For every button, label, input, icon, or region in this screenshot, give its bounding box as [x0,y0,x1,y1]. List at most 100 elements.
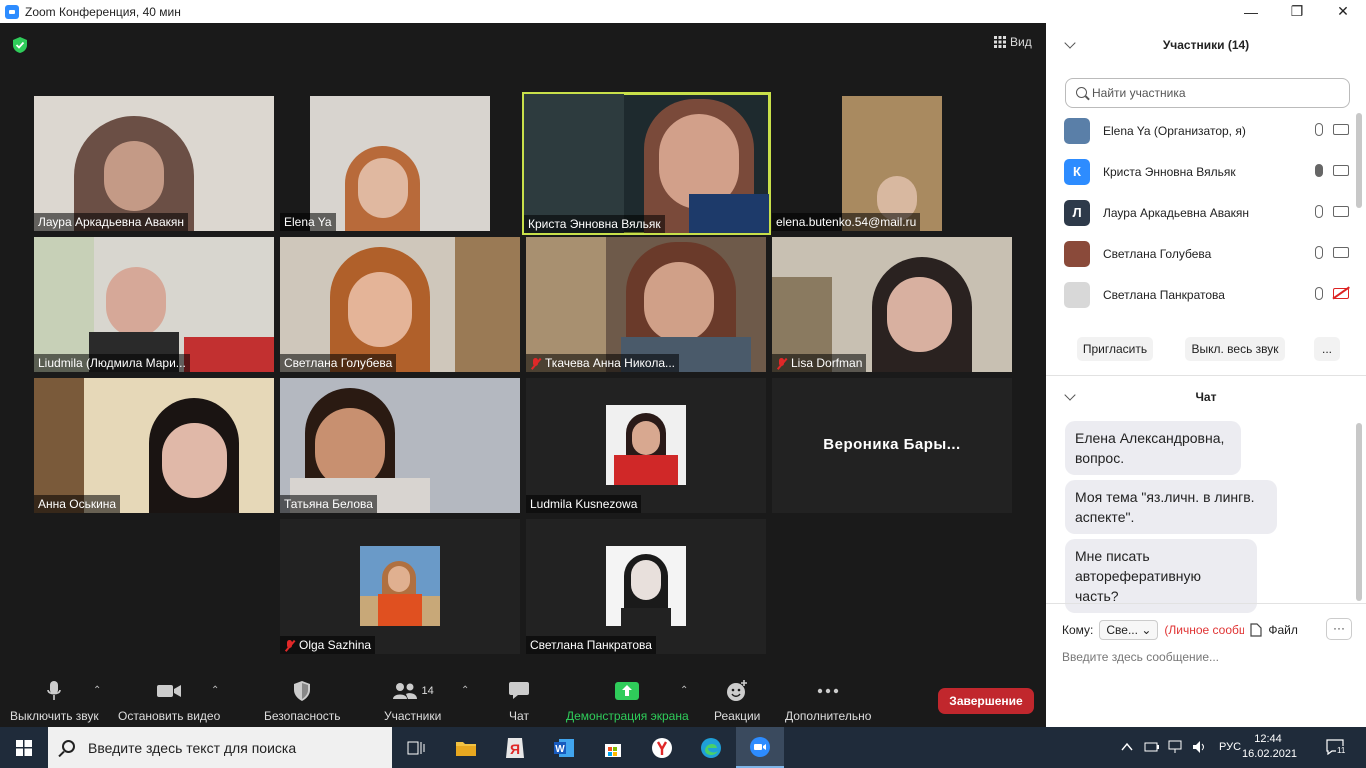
microphone-icon[interactable] [1315,123,1323,136]
video-camera-icon[interactable] [1333,206,1349,217]
microphone-icon[interactable] [1315,164,1323,177]
participant-name: Olga Sazhina [299,638,372,652]
participant-name: Лаура Аркадьевна Авакян [38,215,185,229]
chat-scrollbar[interactable] [1356,423,1362,601]
restore-button[interactable]: ❐ [1274,0,1320,23]
end-meeting-button[interactable]: Завершение [938,688,1034,714]
battery-icon[interactable] [1144,741,1160,753]
video-tile[interactable]: Ткачева Анна Никола... [526,237,766,372]
zoom-taskbar-icon[interactable] [736,727,784,768]
participants-more-button[interactable]: ... [1314,337,1340,361]
participants-label: Участники [384,709,442,723]
participant-name: elena.butenko.54@mail.ru [776,215,917,229]
network-icon[interactable] [1168,740,1182,754]
participants-scrollbar[interactable] [1356,113,1362,208]
more-dots-icon [817,688,839,694]
video-camera-icon[interactable] [1333,124,1349,135]
profile-photo [606,405,686,485]
notifications-icon[interactable]: 11 [1326,739,1347,757]
security-label: Безопасность [264,709,341,723]
participant-row[interactable]: К Криста Энновна Вяльяк [1064,151,1349,192]
shield-icon[interactable] [11,36,29,54]
participant-row[interactable]: Светлана Панкратова [1064,274,1349,315]
participants-options-caret-icon[interactable]: ⌃ [461,685,469,696]
video-tile[interactable]: Olga Sazhina [280,519,520,654]
participants-button[interactable]: 14 Участники [384,675,441,727]
video-tile[interactable]: Вероника Бары... [772,378,1012,513]
reactions-button[interactable]: Реакции [714,675,760,727]
view-button[interactable]: Вид [994,35,1032,49]
participants-icon [392,683,417,699]
video-camera-off-icon[interactable] [1333,288,1349,299]
participant-row[interactable]: Elena Ya (Организатор, я) [1064,110,1349,151]
video-tile[interactable]: Elena Ya [280,96,520,231]
participant-avatar: Л [1064,199,1090,226]
file-icon[interactable] [1250,623,1262,637]
file-explorer-icon[interactable] [442,727,490,768]
chat-more-button[interactable]: ··· [1326,618,1352,640]
video-tile[interactable]: Liudmila (Людмила Мари... [34,237,274,372]
svg-text:W: W [555,744,565,755]
input-language[interactable]: РУС [1219,741,1241,753]
participant-avatar [1064,117,1090,144]
audio-options-caret-icon[interactable]: ⌃ [93,685,101,696]
taskbar-search-input[interactable]: Введите здесь текст для поиска [48,727,392,768]
video-tile[interactable]: Анна Оськина [34,378,274,513]
microphone-icon[interactable] [1315,246,1323,259]
yandex-browser-icon[interactable]: Я [491,727,539,768]
video-tile-active-speaker[interactable]: Криста Энновна Вяльяк [522,92,771,235]
chat-button[interactable]: Чат [508,675,530,727]
edge-icon[interactable] [687,727,735,768]
taskbar-clock[interactable]: 12:44 16.02.2021 [1242,732,1297,762]
volume-icon[interactable] [1192,740,1208,754]
share-screen-button[interactable]: Демонстрация экрана [566,675,689,727]
tray-up-arrow-icon[interactable] [1121,742,1133,752]
video-tile[interactable]: Ludmila Kusnezowa [526,378,766,513]
participant-row[interactable]: Светлана Голубева [1064,233,1349,274]
video-tile[interactable]: Светлана Панкратова [526,519,766,654]
video-tile[interactable]: Лаура Аркадьевна Авакян [34,96,274,231]
recipient-select[interactable]: Све... ⌄ [1099,620,1159,640]
yandex-icon[interactable] [638,727,686,768]
security-button[interactable]: Безопасность [264,675,341,727]
invite-button[interactable]: Пригласить [1077,337,1153,361]
reaction-emoji-icon [727,680,748,701]
microphone-icon [47,681,62,700]
share-screen-icon [615,682,640,700]
video-tile[interactable]: Светлана Голубева [280,237,520,372]
video-tile[interactable]: elena.butenko.54@mail.ru [772,96,1012,231]
file-button[interactable]: Файл [1268,623,1298,637]
mute-button[interactable]: Выключить звук [10,675,99,727]
participant-row-name: Криста Энновна Вяльяк [1103,164,1236,179]
participant-name: Татьяна Белова [284,497,373,511]
video-tile[interactable]: Lisa Dorfman [772,237,1012,372]
store-icon[interactable] [589,727,637,768]
share-options-caret-icon[interactable]: ⌃ [680,685,688,696]
video-label: Остановить видео [118,709,221,723]
video-options-caret-icon[interactable]: ⌃ [211,685,219,696]
participant-name: Светлана Панкратова [530,638,652,652]
taskbar-search-placeholder: Введите здесь текст для поиска [88,739,297,756]
side-panel: Участники (14) Найти участника Elena Ya … [1046,23,1366,727]
more-button[interactable]: Дополнительно [785,675,871,727]
participant-name: Liudmila (Людмила Мари... [38,356,186,370]
video-camera-icon[interactable] [1333,165,1349,176]
minimize-button[interactable]: — [1228,0,1274,23]
participant-row[interactable]: Л Лаура Аркадьевна Авакян [1064,192,1349,233]
close-button[interactable]: ✕ [1320,0,1366,23]
chat-message-input[interactable]: Введите здесь сообщение... [1062,650,1219,664]
mute-all-button[interactable]: Выкл. весь звук [1185,337,1285,361]
microphone-icon[interactable] [1315,287,1323,300]
video-tile[interactable]: Татьяна Белова [280,378,520,513]
chat-recipient-row: Кому: Све... ⌄ (Личное сообщение) Файл [1062,620,1298,640]
stop-video-button[interactable]: Остановить видео [118,675,220,727]
clock-date: 16.02.2021 [1242,748,1298,760]
task-view-icon[interactable] [392,727,440,768]
start-button[interactable] [0,727,48,768]
participant-name: Анна Оськина [38,497,117,511]
video-camera-icon[interactable] [1333,247,1349,258]
participant-search-input[interactable]: Найти участника [1065,78,1350,108]
microphone-icon[interactable] [1315,205,1323,218]
participant-row-name: Светлана Голубева [1103,246,1212,261]
word-icon[interactable]: W [540,727,588,768]
